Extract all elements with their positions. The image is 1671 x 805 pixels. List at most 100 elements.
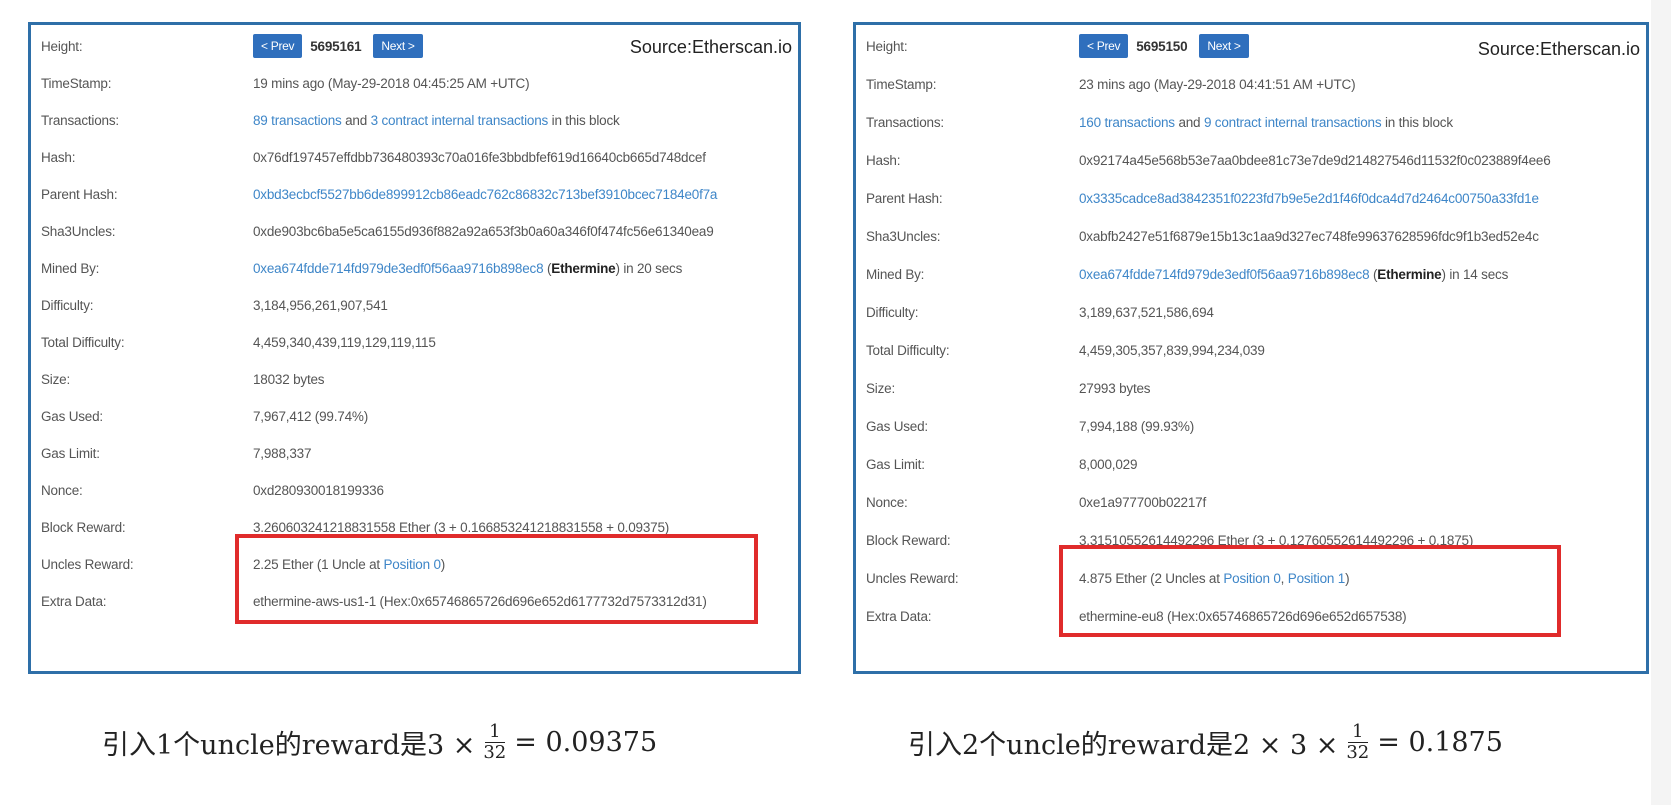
total-difficulty-label: Total Difficulty: — [41, 334, 125, 350]
gas-limit-label: Gas Limit: — [866, 456, 925, 472]
row-sha3uncles: Sha3Uncles: 0xde903bc6ba5e5ca6155d936f88… — [31, 212, 798, 250]
row-nonce: Nonce: 0xd280930018199336 — [31, 471, 798, 509]
total-difficulty-label: Total Difficulty: — [866, 342, 950, 358]
sha3uncles-value: 0xde903bc6ba5e5ca6155d936f882a92a653f3b0… — [253, 223, 714, 239]
sha3uncles-value: 0xabfb2427e51f6879e15b13c1aa9d327ec748fe… — [1079, 228, 1539, 244]
miner-name: Ethermine — [551, 260, 616, 276]
nonce-label: Nonce: — [41, 482, 83, 498]
tx-tail-text: in this block — [551, 112, 620, 128]
caption-right: 引入2个uncle的reward是2 × 3 × 1 32 = 0.1875 — [908, 722, 1503, 763]
nonce-value: 0xe1a977700b02217f — [1079, 494, 1207, 510]
row-parent-hash: Parent Hash: 0xbd3ecbcf5527bb6de899912cb… — [31, 175, 798, 213]
extra-data-label: Extra Data: — [41, 593, 107, 609]
hash-label: Hash: — [41, 149, 76, 165]
parent-hash-label: Parent Hash: — [41, 186, 118, 202]
row-hash: Hash: 0x76df197457effdbb736480393c70a016… — [31, 138, 798, 176]
difficulty-label: Difficulty: — [866, 304, 919, 320]
miner-address-link[interactable]: 0xea674fdde714fd979de3edf0f56aa9716b898e… — [253, 261, 544, 276]
row-gas-used: Gas Used: 7,994,188 (99.93%) — [856, 407, 1646, 445]
row-timestamp: TimeStamp: 19 mins ago (May-29-2018 04:4… — [31, 64, 798, 102]
block-number: 5695161 — [310, 38, 362, 54]
caption-left: 引入1个uncle的reward是3 × 1 32 = 0.09375 — [102, 722, 657, 763]
scrollbar-track[interactable] — [1651, 0, 1671, 805]
height-value: < Prev 5695161 Next > — [253, 34, 431, 58]
row-difficulty: Difficulty: 3,184,956,261,907,541 — [31, 286, 798, 324]
nonce-label: Nonce: — [866, 494, 908, 510]
uncles-reward-label: Uncles Reward: — [41, 556, 134, 572]
timestamp-label: TimeStamp: — [866, 76, 937, 92]
mined-by-value: 0xea674fdde714fd979de3edf0f56aa9716b898e… — [1079, 266, 1509, 282]
caption-right-result: = 0.1875 — [1377, 727, 1503, 758]
row-difficulty: Difficulty: 3,189,637,521,586,694 — [856, 293, 1646, 331]
prev-button[interactable]: < Prev — [253, 34, 303, 58]
mined-by-label: Mined By: — [866, 266, 925, 282]
caption-right-prefix: 引入2个uncle的reward是2 × 3 × — [908, 730, 1339, 761]
next-button[interactable]: Next > — [1199, 34, 1249, 58]
row-size: Size: 18032 bytes — [31, 360, 798, 398]
hash-label: Hash: — [866, 152, 901, 168]
gas-limit-label: Gas Limit: — [41, 445, 100, 461]
row-parent-hash: Parent Hash: 0x3335cadce8ad3842351f0223f… — [856, 179, 1646, 217]
parent-hash-link[interactable]: 0x3335cadce8ad3842351f0223fd7b9e5e2d1f46… — [1079, 191, 1539, 206]
sha3uncles-label: Sha3Uncles: — [41, 223, 116, 239]
row-gas-limit: Gas Limit: 7,988,337 — [31, 434, 798, 472]
transactions-label: Transactions: — [41, 112, 119, 128]
gas-used-value: 7,994,188 (99.93%) — [1079, 418, 1194, 434]
row-total-difficulty: Total Difficulty: 4,459,340,439,119,129,… — [31, 323, 798, 361]
caption-left-result: = 0.09375 — [514, 727, 658, 758]
mined-by-value: 0xea674fdde714fd979de3edf0f56aa9716b898e… — [253, 260, 683, 276]
gas-limit-value: 8,000,029 — [1079, 456, 1138, 472]
transactions-value: 89 transactions and 3 contract internal … — [253, 113, 620, 128]
mined-by-label: Mined By: — [41, 260, 100, 276]
miner-address-link[interactable]: 0xea674fdde714fd979de3edf0f56aa9716b898e… — [1079, 267, 1370, 282]
row-mined-by: Mined By: 0xea674fdde714fd979de3edf0f56a… — [856, 255, 1646, 293]
size-value: 18032 bytes — [253, 371, 325, 387]
parent-hash-link[interactable]: 0xbd3ecbcf5527bb6de899912cb86eadc762c868… — [253, 187, 717, 202]
block-number: 5695150 — [1136, 38, 1188, 54]
fraction-numerator: 1 — [485, 722, 505, 743]
parent-hash-label: Parent Hash: — [866, 190, 943, 206]
fraction-denominator: 32 — [483, 742, 507, 763]
internal-transactions-link[interactable]: 3 contract internal transactions — [371, 113, 549, 128]
timestamp-value: 23 mins ago (May-29-2018 04:41:51 AM +UT… — [1079, 76, 1356, 92]
row-height: Height: < Prev 5695161 Next > — [31, 27, 798, 65]
fraction-left: 1 32 — [483, 722, 506, 763]
mined-time: in 20 secs — [623, 260, 683, 276]
fraction-right: 1 32 — [1346, 722, 1369, 763]
reward-highlight-box-left — [235, 534, 758, 624]
next-button[interactable]: Next > — [373, 34, 423, 58]
transactions-label: Transactions: — [866, 114, 944, 130]
row-sha3uncles: Sha3Uncles: 0xabfb2427e51f6879e15b13c1aa… — [856, 217, 1646, 255]
row-timestamp: TimeStamp: 23 mins ago (May-29-2018 04:4… — [856, 65, 1646, 103]
row-transactions: Transactions: 160 transactions and 9 con… — [856, 103, 1646, 141]
transactions-value: 160 transactions and 9 contract internal… — [1079, 115, 1453, 130]
tx-tail-text: in this block — [1384, 114, 1453, 130]
difficulty-value: 3,184,956,261,907,541 — [253, 297, 388, 313]
size-label: Size: — [41, 371, 71, 387]
gas-limit-value: 7,988,337 — [253, 445, 312, 461]
difficulty-value: 3,189,637,521,586,694 — [1079, 304, 1214, 320]
row-gas-used: Gas Used: 7,967,412 (99.74%) — [31, 397, 798, 435]
fraction-denominator: 32 — [1346, 742, 1370, 763]
gas-used-label: Gas Used: — [41, 408, 103, 424]
reward-highlight-box-right — [1059, 545, 1561, 637]
size-value: 27993 bytes — [1079, 380, 1151, 396]
internal-transactions-link[interactable]: 9 contract internal transactions — [1204, 115, 1382, 130]
and-text: and — [1178, 114, 1201, 130]
row-transactions: Transactions: 89 transactions and 3 cont… — [31, 101, 798, 139]
hash-value: 0x92174a45e568b53e7aa0bdee81c73e7de9d214… — [1079, 152, 1551, 168]
transactions-link[interactable]: 89 transactions — [253, 113, 342, 128]
timestamp-label: TimeStamp: — [41, 75, 112, 91]
hash-value: 0x76df197457effdbb736480393c70a016fe3bbd… — [253, 149, 706, 165]
row-gas-limit: Gas Limit: 8,000,029 — [856, 445, 1646, 483]
gas-used-label: Gas Used: — [866, 418, 928, 434]
transactions-link[interactable]: 160 transactions — [1079, 115, 1175, 130]
height-value: < Prev 5695150 Next > — [1079, 34, 1257, 58]
extra-data-label: Extra Data: — [866, 608, 932, 624]
miner-name: Ethermine — [1377, 266, 1442, 282]
timestamp-value: 19 mins ago (May-29-2018 04:45:25 AM +UT… — [253, 75, 530, 91]
mined-time: in 14 secs — [1449, 266, 1509, 282]
row-size: Size: 27993 bytes — [856, 369, 1646, 407]
prev-button[interactable]: < Prev — [1079, 34, 1129, 58]
uncles-reward-label: Uncles Reward: — [866, 570, 959, 586]
